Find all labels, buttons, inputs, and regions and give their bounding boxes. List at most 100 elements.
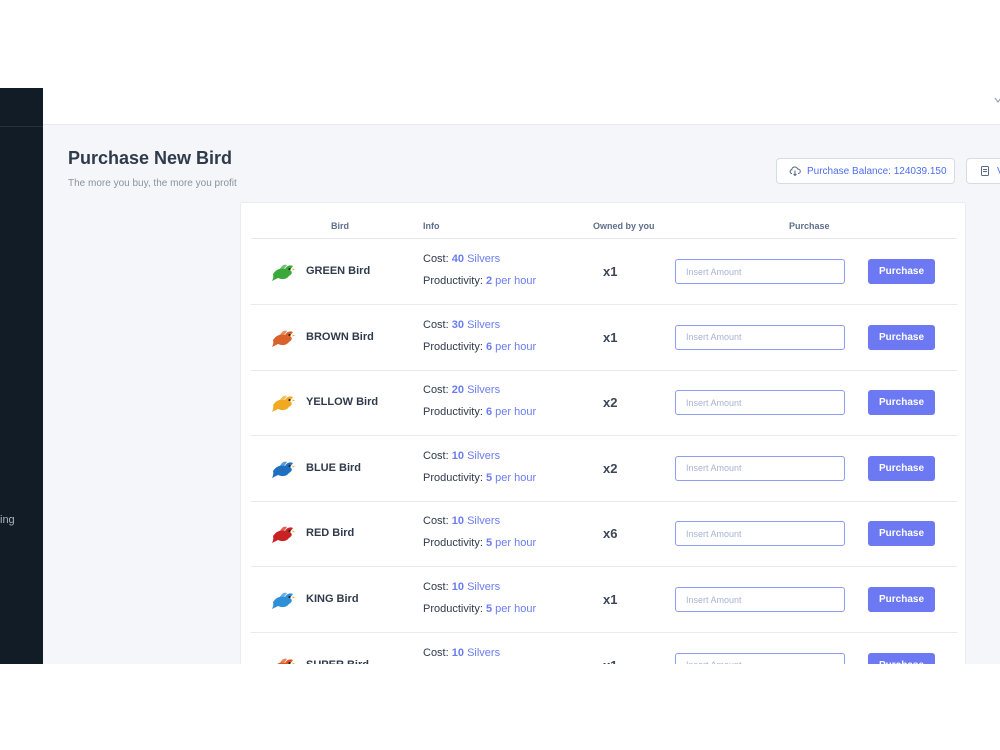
secondary-header-button[interactable]: V	[966, 158, 1000, 184]
cost-value: 10	[451, 515, 464, 528]
cost-value: 10	[451, 581, 464, 593]
owned-count: x2	[603, 395, 618, 411]
amount-input[interactable]	[675, 587, 845, 612]
productivity-label: Productivity:	[423, 340, 483, 353]
cost-label: Cost:	[423, 515, 449, 528]
amount-input[interactable]	[675, 455, 845, 481]
red-bird-icon	[272, 526, 295, 544]
top-bar	[43, 88, 1000, 125]
column-header-bird: Bird	[331, 221, 349, 231]
bird-table-card: Bird Info Owned by you Purchase GREEN Bi…	[240, 202, 966, 664]
table-row: GREEN Bird Cost: 40 Silvers Productivity: …	[251, 239, 957, 305]
bird-name: BROWN Bird	[306, 330, 374, 343]
amount-input[interactable]	[675, 324, 845, 350]
rate-unit-label: per hour	[495, 537, 537, 550]
column-header-info: Info	[423, 221, 440, 231]
owned-count: x1	[603, 264, 618, 279]
productivity-label: Productivity:	[423, 603, 483, 615]
purchase-balance-button[interactable]: Purchase Balance: 124039.150	[776, 158, 955, 184]
column-header-purchase: Purchase	[789, 221, 830, 231]
bird-name: GREEN Bird	[306, 265, 371, 277]
cost-value: 10	[451, 646, 464, 659]
cost-label: Cost:	[423, 449, 449, 462]
purchase-button[interactable]: Purchase	[868, 324, 935, 350]
bird-name: BLUE Bird	[306, 461, 361, 474]
super-bird-icon	[276, 658, 295, 664]
productivity-value: 6	[485, 406, 493, 419]
productivity-value: 5	[485, 603, 493, 615]
owned-count: x2	[603, 460, 618, 476]
currency-label: Silvers	[467, 646, 501, 659]
cost-label: Cost:	[423, 318, 449, 331]
cloud-download-icon	[789, 166, 801, 177]
chevron-icon[interactable]	[994, 96, 1000, 104]
table-header: Bird Info Owned by you Purchase	[251, 213, 957, 239]
currency-label: Silvers	[467, 581, 501, 593]
productivity-label: Productivity:	[423, 471, 483, 484]
productivity-value: 5	[485, 471, 493, 484]
app-viewport: ing Purchase New Bird The more you buy, …	[0, 88, 1000, 664]
owned-count: x6	[603, 526, 618, 542]
cost-info: Cost: 10 Silvers	[423, 450, 500, 462]
green-bird-icon	[272, 264, 295, 281]
king-bird-icon	[272, 592, 295, 609]
purchase-button[interactable]: Purchase	[868, 455, 935, 481]
table-row: BROWN Bird Cost: 30 Silvers Productivity: …	[251, 305, 957, 371]
cost-label: Cost:	[423, 253, 449, 265]
currency-label: Silvers	[467, 449, 501, 462]
amount-input[interactable]	[675, 259, 845, 284]
page-subtitle: The more you buy, the more you profit	[68, 178, 237, 189]
currency-label: Silvers	[467, 318, 501, 331]
purchase-button[interactable]: Purchase	[868, 259, 935, 284]
cost-info: Cost: 10 Silvers	[423, 647, 500, 659]
bird-name: KING Bird	[306, 593, 359, 605]
productivity-label: Productivity:	[423, 537, 483, 550]
purchase-button[interactable]: Purchase	[868, 390, 935, 416]
purchase-button[interactable]: Purchase	[868, 652, 935, 664]
productivity-value: 2	[485, 275, 493, 287]
productivity-info: Productivity: 5 per hour	[423, 603, 536, 615]
productivity-value: 6	[485, 340, 493, 353]
owned-count: x1	[603, 329, 618, 345]
productivity-value: 5	[485, 537, 493, 550]
sidebar-item-partial[interactable]: ing	[0, 514, 15, 526]
table-row: SUPER Bird Cost: 10 Silvers x1 Purchase	[251, 633, 957, 664]
blue-bird-icon	[272, 461, 295, 478]
amount-input[interactable]	[675, 652, 845, 664]
rate-unit-label: per hour	[495, 275, 537, 287]
productivity-info: Productivity: 6 per hour	[423, 341, 536, 353]
productivity-info: Productivity: 6 per hour	[423, 406, 536, 418]
productivity-info: Productivity: 2 per hour	[423, 275, 536, 287]
purchase-button[interactable]: Purchase	[868, 521, 935, 547]
cost-info: Cost: 20 Silvers	[423, 384, 500, 396]
purchase-button[interactable]: Purchase	[868, 587, 935, 612]
table-row: RED Bird Cost: 10 Silvers Productivity: 5 …	[251, 501, 957, 568]
cost-label: Cost:	[423, 646, 449, 659]
rate-unit-label: per hour	[495, 603, 537, 615]
cost-value: 20	[451, 384, 464, 397]
owned-count: x1	[603, 592, 618, 607]
rate-unit-label: per hour	[495, 471, 537, 484]
brown-bird-icon	[272, 330, 295, 347]
table-row: KING Bird Cost: 10 Silvers Productivity: 5…	[251, 567, 957, 633]
amount-input[interactable]	[675, 521, 845, 547]
cost-value: 30	[451, 318, 464, 331]
cost-label: Cost:	[423, 581, 449, 593]
currency-label: Silvers	[467, 384, 501, 397]
table-row: YELLOW Bird Cost: 20 Silvers Productivity:…	[251, 370, 957, 437]
productivity-info: Productivity: 5 per hour	[423, 472, 536, 484]
bird-name: YELLOW Bird	[306, 396, 379, 409]
cost-info: Cost: 10 Silvers	[423, 581, 500, 593]
productivity-label: Productivity:	[423, 275, 483, 287]
productivity-label: Productivity:	[423, 406, 483, 419]
amount-input[interactable]	[675, 390, 845, 416]
currency-label: Silvers	[467, 253, 501, 265]
page-title: Purchase New Bird	[68, 148, 233, 168]
table-row: BLUE Bird Cost: 10 Silvers Productivity: 5…	[251, 436, 957, 502]
bird-name: RED Bird	[306, 527, 355, 540]
sidebar: ing	[0, 88, 43, 664]
purchase-balance-label: Purchase Balance: 124039.150	[807, 165, 947, 177]
productivity-info: Productivity: 5 per hour	[423, 537, 536, 549]
bird-name: SUPER Bird	[306, 659, 369, 664]
cost-value: 10	[451, 449, 464, 462]
